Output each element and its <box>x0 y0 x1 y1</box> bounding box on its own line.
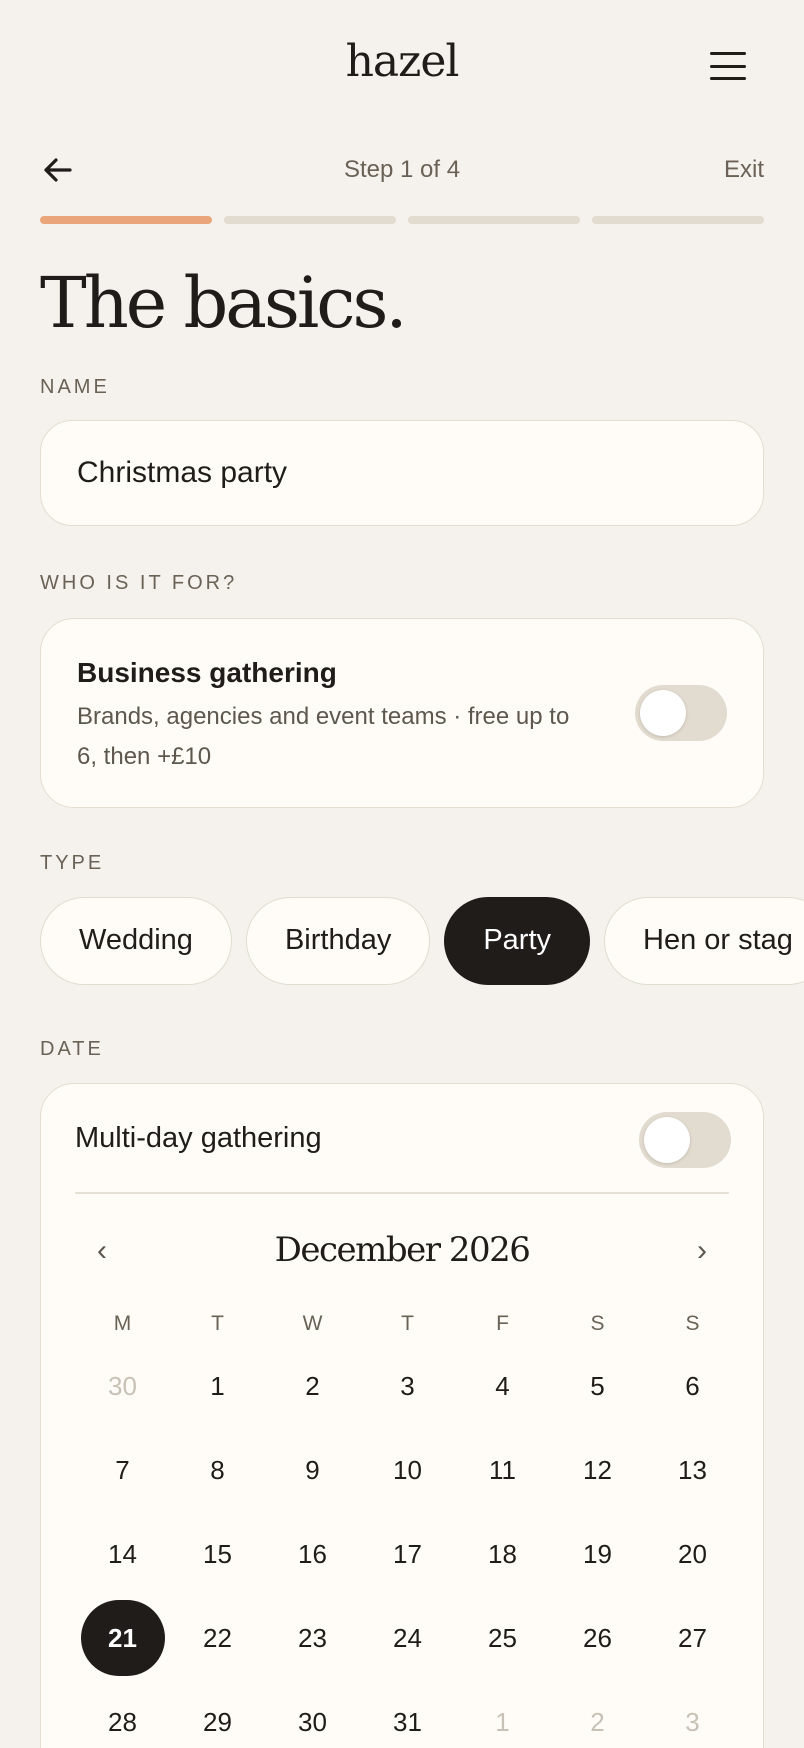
calendar-day[interactable]: 29 <box>170 1680 265 1748</box>
business-gathering-toggle[interactable] <box>635 685 727 741</box>
calendar-day[interactable]: 9 <box>265 1428 360 1512</box>
calendar-day[interactable]: 10 <box>360 1428 455 1512</box>
date-card: Multi-day gathering ‹ December 2026 › M … <box>40 1083 764 1748</box>
progress-bar <box>40 216 764 224</box>
type-chip-row: Wedding Birthday Party Hen or stag <box>40 897 804 987</box>
calendar-day[interactable]: 2 <box>265 1344 360 1428</box>
calendar-day[interactable]: 31 <box>360 1680 455 1748</box>
business-gathering-title: Business gathering <box>77 657 337 688</box>
calendar-day[interactable]: 6 <box>645 1344 740 1428</box>
calendar-grid: M T W T F S S 30 1 2 3 4 5 6 7 8 9 10 11… <box>75 1304 740 1748</box>
calendar-week-row: 14 15 16 17 18 19 20 <box>75 1512 740 1596</box>
calendar-day[interactable]: 27 <box>645 1596 740 1680</box>
calendar-week-row: 28 29 30 31 1 2 3 <box>75 1680 740 1748</box>
calendar-day[interactable]: 3 <box>360 1344 455 1428</box>
calendar-day[interactable]: 17 <box>360 1512 455 1596</box>
type-chip-birthday[interactable]: Birthday <box>245 897 431 985</box>
calendar-day-selected[interactable]: 21 <box>75 1596 170 1680</box>
selected-day-number: 21 <box>80 1600 165 1676</box>
weekday-label: W <box>302 1312 323 1335</box>
calendar-day-next-month[interactable]: 2 <box>550 1680 645 1748</box>
calendar-day[interactable]: 28 <box>75 1680 170 1748</box>
top-bar: hazel <box>0 0 804 130</box>
type-chip-wedding[interactable]: Wedding <box>40 897 232 985</box>
calendar-day[interactable]: 4 <box>455 1344 550 1428</box>
progress-segment <box>224 216 396 224</box>
calendar-day-next-month[interactable]: 3 <box>645 1680 740 1748</box>
calendar-day[interactable]: 7 <box>75 1428 170 1512</box>
type-chip-party[interactable]: Party <box>444 897 591 985</box>
step-indicator: Step 1 of 4 <box>343 156 461 183</box>
multi-day-label: Multi-day gathering <box>75 1122 322 1154</box>
calendar-day[interactable]: 1 <box>170 1344 265 1428</box>
toggle-knob <box>644 1117 690 1163</box>
date-label: DATE <box>40 1038 104 1060</box>
weekday-label: F <box>496 1312 509 1335</box>
calendar-day-next-month[interactable]: 1 <box>455 1680 550 1748</box>
calendar-day[interactable]: 11 <box>455 1428 550 1512</box>
calendar-day[interactable]: 15 <box>170 1512 265 1596</box>
name-input[interactable] <box>40 420 764 526</box>
exit-button[interactable]: Exit <box>724 156 764 184</box>
multi-day-toggle[interactable] <box>639 1112 731 1168</box>
calendar-day[interactable]: 8 <box>170 1428 265 1512</box>
calendar-day[interactable]: 12 <box>550 1428 645 1512</box>
business-gathering-card: Business gathering Brands, agencies and … <box>40 618 764 808</box>
name-label: NAME <box>40 376 110 398</box>
progress-segment <box>40 216 212 224</box>
calendar-day[interactable]: 25 <box>455 1596 550 1680</box>
weekday-label: S <box>590 1312 605 1335</box>
calendar-day[interactable]: 26 <box>550 1596 645 1680</box>
logo: hazel <box>345 36 460 87</box>
calendar-day-prev-month[interactable]: 30 <box>75 1344 170 1428</box>
divider <box>75 1192 729 1194</box>
hamburger-menu-icon[interactable] <box>700 46 756 86</box>
calendar-day[interactable]: 20 <box>645 1512 740 1596</box>
who-label: WHO IS IT FOR? <box>40 572 238 594</box>
calendar-day[interactable]: 16 <box>265 1512 360 1596</box>
weekday-header-row: M T W T F S S <box>75 1304 740 1344</box>
weekday-label: T <box>401 1312 414 1335</box>
calendar-week-row: 21 22 23 24 25 26 27 <box>75 1596 740 1680</box>
calendar-month-title: December 2026 <box>274 1230 531 1270</box>
business-gathering-description: Brands, agencies and event teams · free … <box>77 703 570 770</box>
calendar-day[interactable]: 19 <box>550 1512 645 1596</box>
calendar-day[interactable]: 18 <box>455 1512 550 1596</box>
calendar-day[interactable]: 14 <box>75 1512 170 1596</box>
progress-segment <box>592 216 764 224</box>
calendar-day[interactable]: 5 <box>550 1344 645 1428</box>
page-title: The basics. <box>40 262 408 344</box>
type-chip-hen-or-stag[interactable]: Hen or stag <box>604 897 804 985</box>
calendar-day[interactable]: 30 <box>265 1680 360 1748</box>
weekday-label: M <box>113 1312 132 1335</box>
toggle-knob <box>640 690 686 736</box>
calendar-day[interactable]: 24 <box>360 1596 455 1680</box>
progress-segment <box>408 216 580 224</box>
calendar-day[interactable]: 23 <box>265 1596 360 1680</box>
calendar-day[interactable]: 22 <box>170 1596 265 1680</box>
calendar-week-row: 30 1 2 3 4 5 6 <box>75 1344 740 1428</box>
weekday-label: T <box>211 1312 224 1335</box>
type-label: TYPE <box>40 852 105 874</box>
calendar-week-row: 7 8 9 10 11 12 13 <box>75 1428 740 1512</box>
weekday-label: S <box>685 1312 700 1335</box>
chevron-right-icon[interactable]: › <box>697 1234 707 1268</box>
calendar-day[interactable]: 13 <box>645 1428 740 1512</box>
